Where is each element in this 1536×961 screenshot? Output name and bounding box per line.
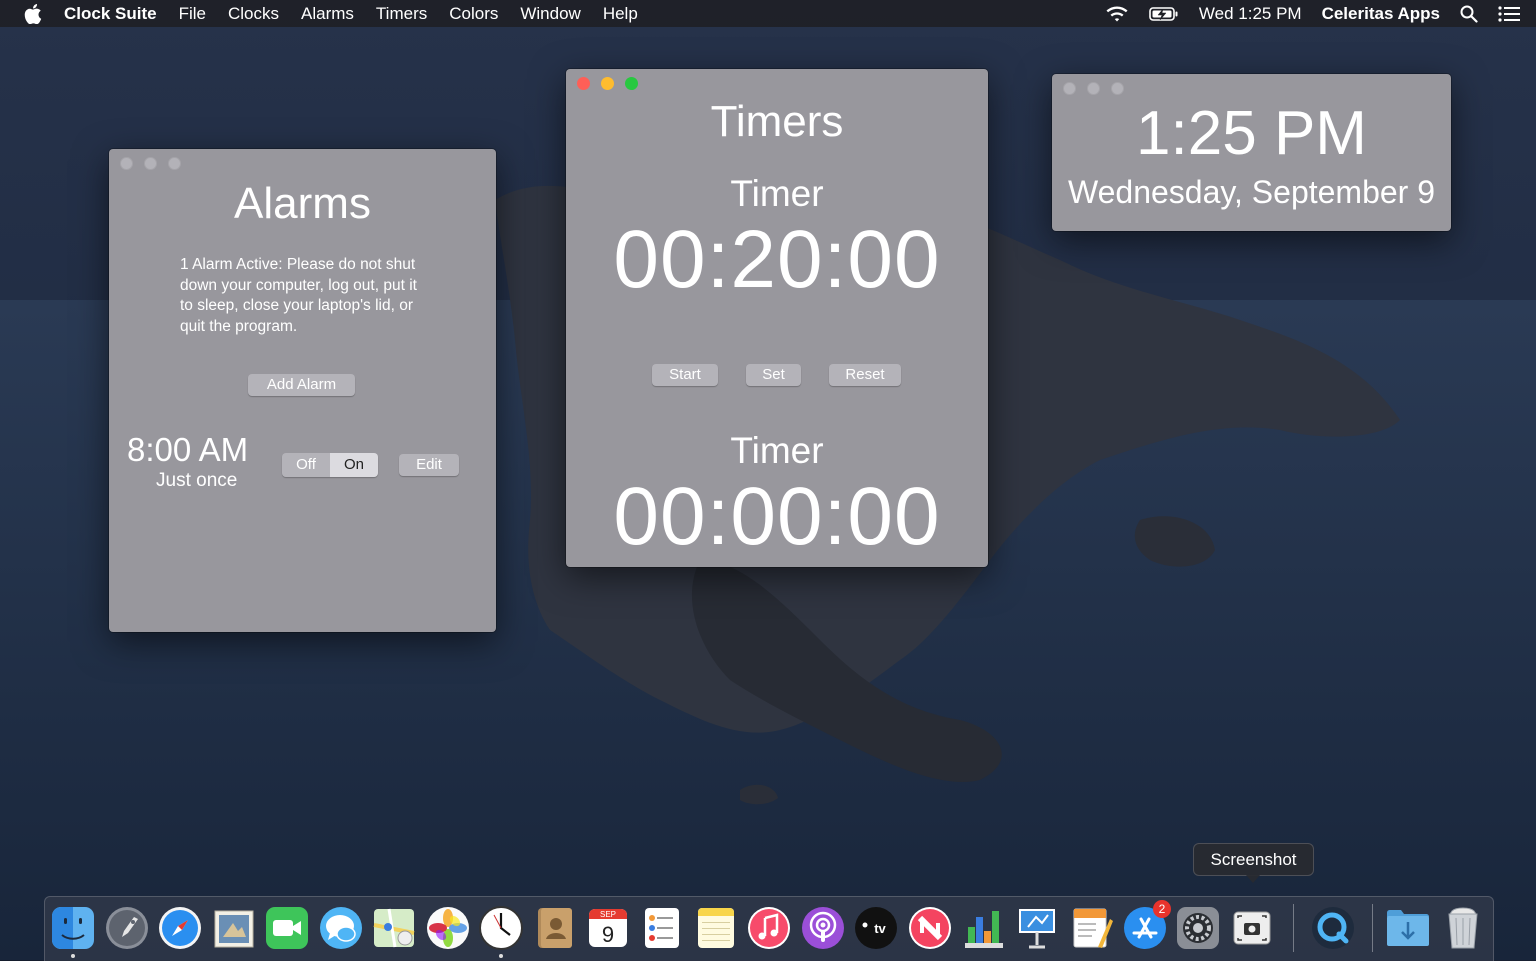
finder-running-indicator — [71, 954, 75, 958]
menubar-clock[interactable]: Wed 1:25 PM — [1199, 4, 1302, 24]
trash-icon[interactable] — [1440, 905, 1486, 951]
alarm-repeat: Just once — [156, 470, 238, 491]
window-controls — [120, 157, 181, 170]
alarm-active-notice: 1 Alarm Active: Please do not shut down … — [180, 256, 417, 335]
window-controls — [1063, 82, 1124, 95]
battery-charging-icon[interactable] — [1149, 6, 1179, 22]
zoom-button[interactable] — [168, 157, 181, 170]
reminders-icon[interactable] — [639, 905, 685, 951]
safari-icon[interactable] — [157, 905, 203, 951]
dock-separator-2 — [1372, 904, 1373, 952]
screenshot-icon[interactable] — [1229, 905, 1275, 951]
music-icon[interactable] — [746, 905, 792, 951]
dock-tooltip: Screenshot — [1193, 843, 1314, 883]
alarm-time: 8:00 AM — [127, 431, 249, 468]
numbers-icon[interactable] — [961, 905, 1007, 951]
apple-menu-icon[interactable] — [24, 3, 46, 25]
wifi-icon[interactable] — [1105, 5, 1129, 23]
add-alarm-button[interactable]: Add Alarm — [248, 374, 355, 396]
contacts-icon[interactable] — [532, 905, 578, 951]
facetime-icon[interactable] — [264, 905, 310, 951]
close-button[interactable] — [120, 157, 133, 170]
close-button[interactable] — [577, 77, 590, 90]
zoom-button[interactable] — [1111, 82, 1124, 95]
timers-title: Timers — [710, 97, 844, 146]
clock-time: 1:25 PM — [1136, 99, 1367, 168]
menu-window[interactable]: Window — [520, 4, 580, 24]
notes-icon[interactable] — [693, 905, 739, 951]
alarm-off-segment[interactable]: Off — [282, 453, 330, 477]
menu-bar: Clock Suite File Clocks Alarms Timers Co… — [0, 0, 1536, 27]
photos-icon[interactable] — [425, 905, 471, 951]
clock-suite-icon[interactable] — [478, 905, 524, 951]
downloads-folder-icon[interactable] — [1385, 905, 1431, 951]
menu-colors[interactable]: Colors — [449, 4, 498, 24]
timer-start-button[interactable]: Start — [652, 364, 718, 386]
calendar-month: SEP — [600, 910, 616, 919]
quicktime-icon[interactable] — [1310, 905, 1356, 951]
menu-help[interactable]: Help — [603, 4, 638, 24]
keynote-icon[interactable] — [1014, 905, 1060, 951]
alarms-window: Alarms 1 Alarm Active: Please do not shu… — [109, 149, 496, 632]
clock-date: Wednesday, September 9 — [1067, 174, 1436, 210]
window-controls — [577, 77, 638, 90]
tv-label: tv — [874, 921, 886, 936]
minimize-button[interactable] — [1087, 82, 1100, 95]
alarm-on-segment[interactable]: On — [330, 453, 378, 477]
dock-separator — [1293, 904, 1294, 952]
finder-icon[interactable] — [50, 905, 96, 951]
app-store-update-badge: 2 — [1153, 900, 1171, 918]
clock-window: 1:25 PM Wednesday, September 9 — [1052, 74, 1451, 231]
minimize-button[interactable] — [601, 77, 614, 90]
calendar-day: 9 — [602, 922, 614, 947]
podcasts-icon[interactable] — [800, 905, 846, 951]
news-icon[interactable] — [907, 905, 953, 951]
maps-icon[interactable] — [371, 905, 417, 951]
menu-app-name[interactable]: Clock Suite — [64, 4, 157, 24]
menu-clocks[interactable]: Clocks — [228, 4, 279, 24]
system-preferences-icon[interactable] — [1175, 905, 1221, 951]
minimize-button[interactable] — [144, 157, 157, 170]
timer-set-button[interactable]: Set — [746, 364, 801, 386]
notification-center-icon[interactable] — [1498, 5, 1520, 22]
menu-file[interactable]: File — [179, 4, 206, 24]
timers-window: Timers Timer 00:20:00 Start Set Reset Ti… — [566, 69, 988, 567]
calendar-icon[interactable]: SEP 9 — [585, 905, 631, 951]
timer1-label: Timer — [730, 173, 824, 214]
messages-icon[interactable] — [318, 905, 364, 951]
pages-icon[interactable] — [1068, 905, 1114, 951]
mail-icon[interactable] — [211, 905, 257, 951]
apple-tv-icon[interactable]: tv — [853, 905, 899, 951]
timer2-label: Timer — [730, 430, 824, 471]
alarm-on-off-toggle[interactable]: Off On — [282, 453, 378, 477]
zoom-button[interactable] — [625, 77, 638, 90]
launchpad-icon[interactable] — [104, 905, 150, 951]
alarms-title: Alarms — [234, 179, 371, 228]
edit-alarm-button[interactable]: Edit — [399, 454, 459, 476]
menubar-user[interactable]: Celeritas Apps — [1322, 4, 1440, 24]
timer2-display: 00:00:00 — [613, 471, 941, 562]
menu-alarms[interactable]: Alarms — [301, 4, 354, 24]
menu-timers[interactable]: Timers — [376, 4, 427, 24]
timer-reset-button[interactable]: Reset — [829, 364, 901, 386]
spotlight-search-icon[interactable] — [1460, 5, 1478, 23]
close-button[interactable] — [1063, 82, 1076, 95]
clock-suite-running-indicator — [499, 954, 503, 958]
timer1-display: 00:20:00 — [613, 214, 941, 305]
